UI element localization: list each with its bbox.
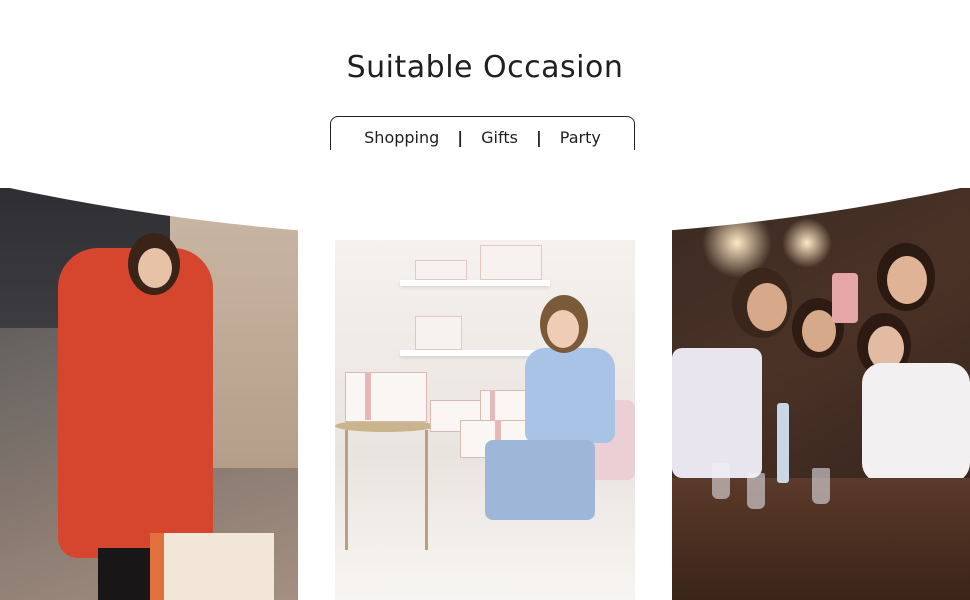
guest-face — [802, 310, 836, 352]
shelf — [400, 350, 550, 356]
shelf-box — [415, 260, 467, 280]
shopping-bag — [150, 533, 274, 600]
occasion-shopping: Shopping — [364, 128, 440, 147]
occasion-gifts: Gifts — [481, 128, 518, 147]
smartphone — [832, 273, 858, 323]
water-bottle — [777, 403, 789, 483]
wine-glass — [747, 473, 765, 509]
occasion-party: Party — [559, 128, 601, 147]
guest-face — [747, 283, 787, 331]
gift-ribbon — [490, 390, 495, 422]
separator: | — [535, 128, 542, 147]
shelf — [400, 280, 550, 286]
table-leg — [425, 430, 428, 550]
woman-jeans — [485, 440, 595, 520]
arch-curve — [0, 150, 970, 238]
red-coat-woman — [58, 248, 213, 558]
woman-face — [547, 310, 579, 348]
white-tshirt — [862, 363, 970, 483]
striped-dress — [672, 348, 762, 478]
shelf-box — [480, 245, 542, 280]
gifts-photo — [335, 240, 635, 600]
page-title: Suitable Occasion — [346, 50, 624, 85]
blue-shirt-woman — [525, 348, 615, 443]
gift-ribbon — [365, 372, 371, 420]
wine-glass — [712, 463, 730, 499]
separator: | — [457, 128, 464, 147]
shelf-box — [415, 316, 462, 350]
table-leg — [345, 430, 348, 550]
gift-box — [345, 372, 427, 422]
wine-glass — [812, 468, 830, 504]
woman-face — [138, 248, 172, 288]
guest-face — [887, 256, 927, 304]
